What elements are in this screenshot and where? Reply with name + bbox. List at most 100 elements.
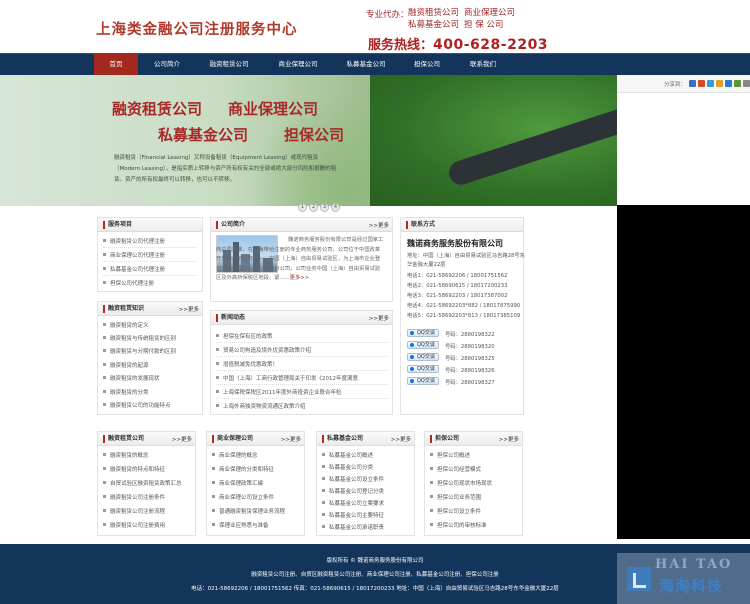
list-item[interactable]: 商业保理公司设立条件 — [212, 493, 274, 501]
news-item[interactable]: 上海外商独资物资流通区政策介绍 — [216, 402, 306, 410]
divider — [216, 370, 387, 371]
intro-more-link[interactable]: 更多>> — [290, 275, 309, 281]
banner-dot[interactable]: 1 — [298, 203, 307, 212]
address-line: 华金融大厦22层 — [407, 262, 446, 268]
divider — [216, 342, 387, 343]
list-item[interactable]: 担保公司概述 — [430, 451, 470, 459]
list-item[interactable]: 私募基金公司概述 — [322, 451, 373, 459]
list-item[interactable]: 商业保理政策汇编 — [212, 479, 263, 487]
nav-about[interactable]: 公司简介 — [145, 54, 189, 75]
list-item[interactable]: 商业保理的概念 — [212, 451, 258, 459]
qq-chat-button[interactable]: QQ交谈 — [407, 329, 439, 337]
list-item[interactable]: 普通融资租赁保理业务流程 — [212, 507, 285, 515]
share-icon[interactable] — [734, 80, 741, 87]
list-item[interactable]: 融资租赁公司的功能特点 — [103, 401, 171, 409]
share-icon[interactable] — [707, 80, 714, 87]
news-item[interactable]: 上海保税保税区2011年度外商投资企业联合年检 — [216, 388, 342, 396]
phone-line: 电话2：021-58690615 / 18017200233 — [407, 283, 508, 289]
share-icon[interactable] — [725, 80, 732, 87]
list-item[interactable]: 担保公司现状市场现状 — [430, 479, 492, 487]
banner-dot[interactable]: 3 — [320, 203, 329, 212]
news-item[interactable]: 增值税减免优惠政策！ — [216, 360, 278, 368]
list-item[interactable]: 担保公司的审核标准 — [430, 521, 487, 529]
banner-title-fund: 私募基金公司 — [158, 126, 249, 144]
list-item[interactable]: 私募基金公司承诺职责 — [322, 523, 384, 531]
qq-number: 号码：2880198326 — [445, 368, 495, 374]
share-icon[interactable] — [743, 80, 750, 87]
site-title[interactable]: 上海类金融公司注册服务中心 — [96, 18, 298, 39]
list-item[interactable]: 融资租赁的起源 — [103, 361, 149, 369]
list-item[interactable]: 私募基金公司设立条件 — [322, 475, 384, 483]
qq-chat-button[interactable]: QQ交谈 — [407, 353, 439, 361]
black-panel — [617, 205, 750, 539]
box-header: 新闻动态 >>更多 — [211, 311, 392, 325]
list-item[interactable]: 融资租赁公司注册流程 — [103, 507, 165, 515]
more-link[interactable]: >>更多 — [172, 435, 192, 443]
list-item[interactable]: 融资租赁与传统租赁的区别 — [103, 334, 176, 342]
list-item[interactable]: 私募基金公司分类 — [322, 463, 373, 471]
share-icon[interactable] — [698, 80, 705, 87]
qq-chat-button[interactable]: QQ交谈 — [407, 341, 439, 349]
more-link[interactable]: >>更多 — [281, 435, 301, 443]
nav-home[interactable]: 首页 — [94, 54, 138, 75]
more-link[interactable]: >>更多 — [369, 314, 389, 322]
nav-contact[interactable]: 联系我们 — [461, 54, 505, 75]
box-title: 私募基金公司 — [322, 435, 363, 443]
divider — [216, 398, 387, 399]
list-item[interactable]: 融资租赁的特点和特征 — [103, 465, 165, 473]
share-icon[interactable] — [716, 80, 723, 87]
banner-dot[interactable]: 2 — [309, 203, 318, 212]
list-item[interactable]: 担保公司经营模式 — [430, 465, 481, 473]
list-item[interactable]: 融资租赁的概念 — [103, 451, 149, 459]
more-link[interactable]: >>更多 — [499, 435, 519, 443]
list-item[interactable]: 融资租赁公司代理注册 — [103, 237, 165, 245]
list-item[interactable]: 担保公司业务范围 — [430, 493, 481, 501]
business-item: 担 保 公司 — [464, 19, 504, 30]
nav-private-fund[interactable]: 私募基金公司 — [338, 54, 394, 75]
qq-number: 号码：2880198322 — [445, 332, 495, 338]
list-item[interactable]: 保理业应熟悉与准备 — [212, 521, 269, 529]
qq-chat-button[interactable]: QQ交谈 — [407, 377, 439, 385]
share-icon[interactable] — [689, 80, 696, 87]
banner-dot[interactable]: 4 — [331, 203, 340, 212]
more-link[interactable]: >>更多 — [179, 305, 199, 313]
nav-financial-leasing[interactable]: 融资租赁公司 — [201, 54, 257, 75]
list-item[interactable]: 私募基金公司代理注册 — [103, 265, 165, 273]
list-item[interactable]: 融资租赁的分类 — [103, 388, 149, 396]
qq-number: 号码：2880198325 — [445, 356, 495, 362]
list-item[interactable]: 商业保理公司代理注册 — [103, 251, 165, 259]
news-item[interactable]: 贸易公司构造及境外优资惠政策介绍 — [216, 346, 311, 354]
more-link[interactable]: >>更多 — [369, 221, 389, 229]
list-item[interactable]: 私募基金公司主要特征 — [322, 511, 384, 519]
intro-box: 公司简介 >>更多 魏诺商务服务股份有限公司是经过国家工商总局批准，在上海带给注册… — [210, 217, 393, 302]
divider — [103, 261, 197, 262]
column-guarantee: 担保公司 >>更多 担保公司概述 担保公司经营模式 担保公司现状市场现状 担保公司… — [424, 431, 523, 536]
news-item[interactable]: 中国（上海）工商行政管理局关于印发《2012年度满意 — [216, 374, 358, 382]
banner-title-factoring: 商业保理公司 — [228, 100, 319, 118]
box-title: 新闻动态 — [216, 314, 245, 322]
more-link[interactable]: >>更多 — [391, 435, 411, 443]
column-factoring: 商业保理公司 >>更多 商业保理的概念 商业保理的分类和特征 商业保理政策汇编 商… — [206, 431, 305, 536]
box-title: 商业保理公司 — [212, 435, 253, 443]
side-panel — [617, 75, 750, 205]
list-item[interactable]: 融资租赁的定义 — [103, 321, 149, 329]
nav-factoring[interactable]: 商业保理公司 — [270, 54, 326, 75]
list-item[interactable]: 融资租赁公司注册条件 — [103, 493, 165, 501]
qq-chat-button[interactable]: QQ交谈 — [407, 365, 439, 373]
box-header: 融资租赁知识 >>更多 — [98, 302, 202, 316]
news-item[interactable]: 担保在保有区的政策 — [216, 332, 273, 340]
business-prefix: 专业代办： — [366, 10, 409, 20]
list-item[interactable]: 私募基金公司登记分类 — [322, 487, 384, 495]
list-item[interactable]: 自贸试验区融资租赁政策汇总 — [103, 479, 182, 487]
nav-guarantee[interactable]: 担保公司 — [405, 54, 449, 75]
list-item[interactable]: 担保公司代理注册 — [103, 279, 154, 287]
list-item[interactable]: 融资租赁公司注册费用 — [103, 521, 165, 529]
divider — [103, 275, 197, 276]
list-item[interactable]: 商业保理的分类和特征 — [212, 465, 274, 473]
list-item[interactable]: 私募基金公司立案要求 — [322, 499, 384, 507]
list-item[interactable]: 融资租赁的发展现状 — [103, 374, 160, 382]
services-box: 服务项目 融资租赁公司代理注册 商业保理公司代理注册 私募基金公司代理注册 担保… — [97, 217, 203, 292]
divider — [216, 356, 387, 357]
list-item[interactable]: 担保公司设立条件 — [430, 507, 481, 515]
list-item[interactable]: 融资租赁与分期付款的区别 — [103, 347, 176, 355]
